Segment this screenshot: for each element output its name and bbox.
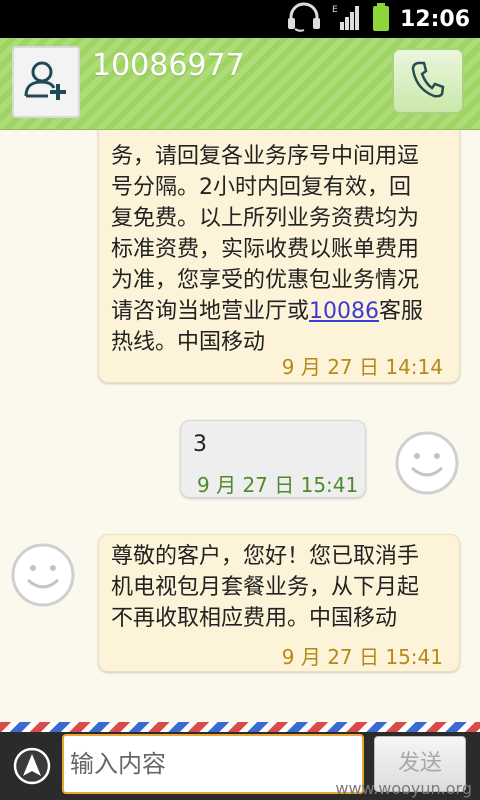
compose-bar: 输入内容 发送 www.wooyun.org [0, 732, 480, 800]
incoming-message-bubble[interactable]: 务，请回复各业务序号中间用逗 号分隔。2小时内回复有效，回 复免费。以上所列业务… [98, 130, 460, 383]
message-line: 务，请回复各业务序号中间用逗 [111, 144, 420, 169]
message-line: 机电视包月套餐业务，从下月起 [111, 575, 420, 600]
add-contact-icon [22, 56, 70, 108]
battery-icon [372, 2, 390, 36]
incoming-message-bubble[interactable]: 尊敬的客户，您好！您已取消手 机电视包月套餐业务，从下月起 不再收取相应费用。中… [98, 534, 460, 672]
message-body: 务，请回复各业务序号中间用逗 号分隔。2小时内回复有效，回 复免费。以上所列业务… [99, 130, 459, 358]
phone-number-link[interactable]: 10086 [309, 299, 379, 324]
message-timestamp: 9 月 27 日 14:14 [281, 355, 443, 379]
status-bar: E 12:06 [0, 0, 480, 38]
edge-signal-icon: E [332, 2, 362, 36]
navigation-arrow-icon[interactable] [12, 746, 52, 786]
message-text: 客服 [379, 299, 424, 324]
airmail-border [0, 722, 480, 732]
call-button[interactable] [392, 48, 464, 114]
message-text: 请咨询当地营业厅或 [111, 299, 310, 324]
message-line: 请咨询当地营业厅或10086客服 [111, 296, 447, 327]
status-time: 12:06 [399, 6, 470, 32]
message-line: 尊敬的客户，您好！您已取消手 [111, 544, 420, 569]
message-timestamp: 9 月 27 日 15:41 [281, 645, 443, 669]
add-contact-button[interactable] [12, 46, 80, 118]
message-line: 为准，您享受的优惠包业务情况 [111, 268, 420, 293]
svg-text:E: E [332, 5, 338, 15]
message-thread[interactable]: 务，请回复各业务序号中间用逗 号分隔。2小时内回复有效，回 复免费。以上所列业务… [0, 130, 480, 720]
message-input[interactable]: 输入内容 [62, 734, 364, 794]
message-line: 不再收取相应费用。中国移动 [111, 606, 398, 631]
message-line: 号分隔。2小时内回复有效，回 [111, 175, 411, 200]
message-timestamp: 9 月 27 日 15:41 [197, 473, 359, 497]
my-avatar-smiley-icon[interactable] [394, 430, 460, 496]
outgoing-message-bubble[interactable]: 3 9 月 27 日 15:41 [180, 420, 366, 498]
contact-avatar-smiley-icon[interactable] [10, 542, 76, 608]
message-body: 3 [193, 432, 207, 457]
conversation-header: 10086977 [0, 38, 480, 130]
watermark: www.wooyun.org [335, 779, 472, 798]
message-line: 复免费。以上所列业务资费均为 [111, 206, 420, 231]
phone-icon [410, 59, 446, 103]
message-line: 标准资费，实际收费以账单费用 [111, 237, 420, 262]
contact-number: 10086977 [92, 48, 245, 83]
message-body: 尊敬的客户，您好！您已取消手 机电视包月套餐业务，从下月起 不再收取相应费用。中… [99, 535, 459, 634]
headset-icon [286, 2, 322, 36]
